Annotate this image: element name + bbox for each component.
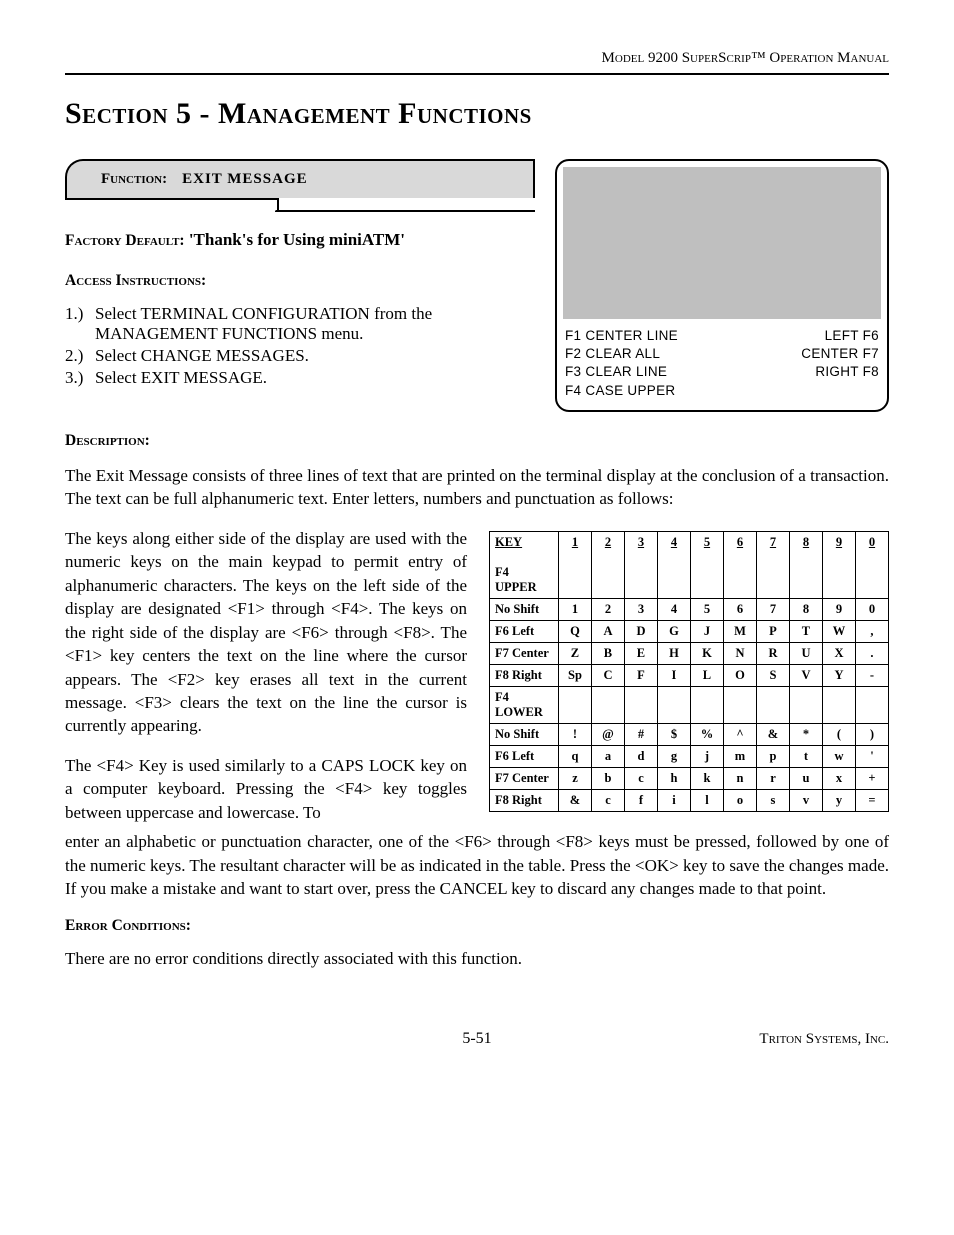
key-mapping-table: KEYF4UPPER1234567890No Shift1234567890F6… (489, 531, 889, 812)
list-text: Select TERMINAL CONFIGURATION from the M… (95, 304, 535, 344)
function-header: Function: EXIT MESSAGE (65, 159, 535, 212)
description-paragraph: The keys along either side of the displa… (65, 527, 467, 738)
top-left-column: Function: EXIT MESSAGE Factory Default: … (65, 159, 535, 390)
access-instructions-list: 1.) Select TERMINAL CONFIGURATION from t… (65, 304, 535, 388)
factory-default: Factory Default: 'Thank's for Using mini… (65, 230, 535, 250)
access-item: 2.) Select CHANGE MESSAGES. (65, 346, 535, 366)
running-header: Model 9200 SuperScrip™ Operation Manual (65, 50, 889, 67)
factory-default-label: Factory Default: (65, 232, 185, 249)
screen-softkey-labels: F1 CENTER LINE F2 CLEAR ALL F3 CLEAR LIN… (563, 327, 881, 404)
list-number: 3.) (65, 368, 95, 388)
error-conditions-label: Error Conditions: (65, 917, 889, 935)
softkey-label: F4 CASE UPPER (565, 382, 678, 400)
page-footer: 5-51 Triton Systems, Inc. (65, 1030, 889, 1048)
list-number: 2.) (65, 346, 95, 366)
mid-left-column: The keys along either side of the displa… (65, 527, 467, 824)
description-paragraph: enter an alphabetic or punctuation chara… (65, 830, 889, 900)
softkey-label: F1 CENTER LINE (565, 327, 678, 345)
softkey-label: RIGHT F8 (801, 363, 879, 381)
header-rule (65, 73, 889, 75)
screen-display-area (563, 167, 881, 319)
factory-default-value: 'Thank's for Using miniATM' (189, 230, 405, 249)
screen-preview: F1 CENTER LINE F2 CLEAR ALL F3 CLEAR LIN… (555, 159, 889, 412)
access-instructions-label: Access Instructions: (65, 272, 535, 290)
access-item: 3.) Select EXIT MESSAGE. (65, 368, 535, 388)
list-text: Select CHANGE MESSAGES. (95, 346, 535, 366)
function-label: Function: (101, 171, 167, 187)
error-conditions-text: There are no error conditions directly a… (65, 947, 889, 970)
mid-region: The keys along either side of the displa… (65, 527, 889, 824)
softkey-label: LEFT F6 (801, 327, 879, 345)
softkey-label: F2 CLEAR ALL (565, 345, 678, 363)
list-number: 1.) (65, 304, 95, 344)
section-title: Section 5 - Management Functions (65, 97, 889, 131)
top-region: Function: EXIT MESSAGE Factory Default: … (65, 159, 889, 412)
description-paragraph: The Exit Message consists of three lines… (65, 464, 889, 511)
screen-right-labels: LEFT F6 CENTER F7 RIGHT F8 (801, 327, 879, 400)
list-text: Select EXIT MESSAGE. (95, 368, 535, 388)
description-label: Description: (65, 432, 889, 450)
softkey-label: F3 CLEAR LINE (565, 363, 678, 381)
screen-left-labels: F1 CENTER LINE F2 CLEAR ALL F3 CLEAR LIN… (565, 327, 678, 400)
function-name: EXIT MESSAGE (182, 171, 308, 187)
description-paragraph: The <F4> Key is used similarly to a CAPS… (65, 754, 467, 824)
access-item: 1.) Select TERMINAL CONFIGURATION from t… (65, 304, 535, 344)
footer-company: Triton Systems, Inc. (709, 1031, 889, 1048)
page-number: 5-51 (462, 1030, 491, 1047)
softkey-label: CENTER F7 (801, 345, 879, 363)
